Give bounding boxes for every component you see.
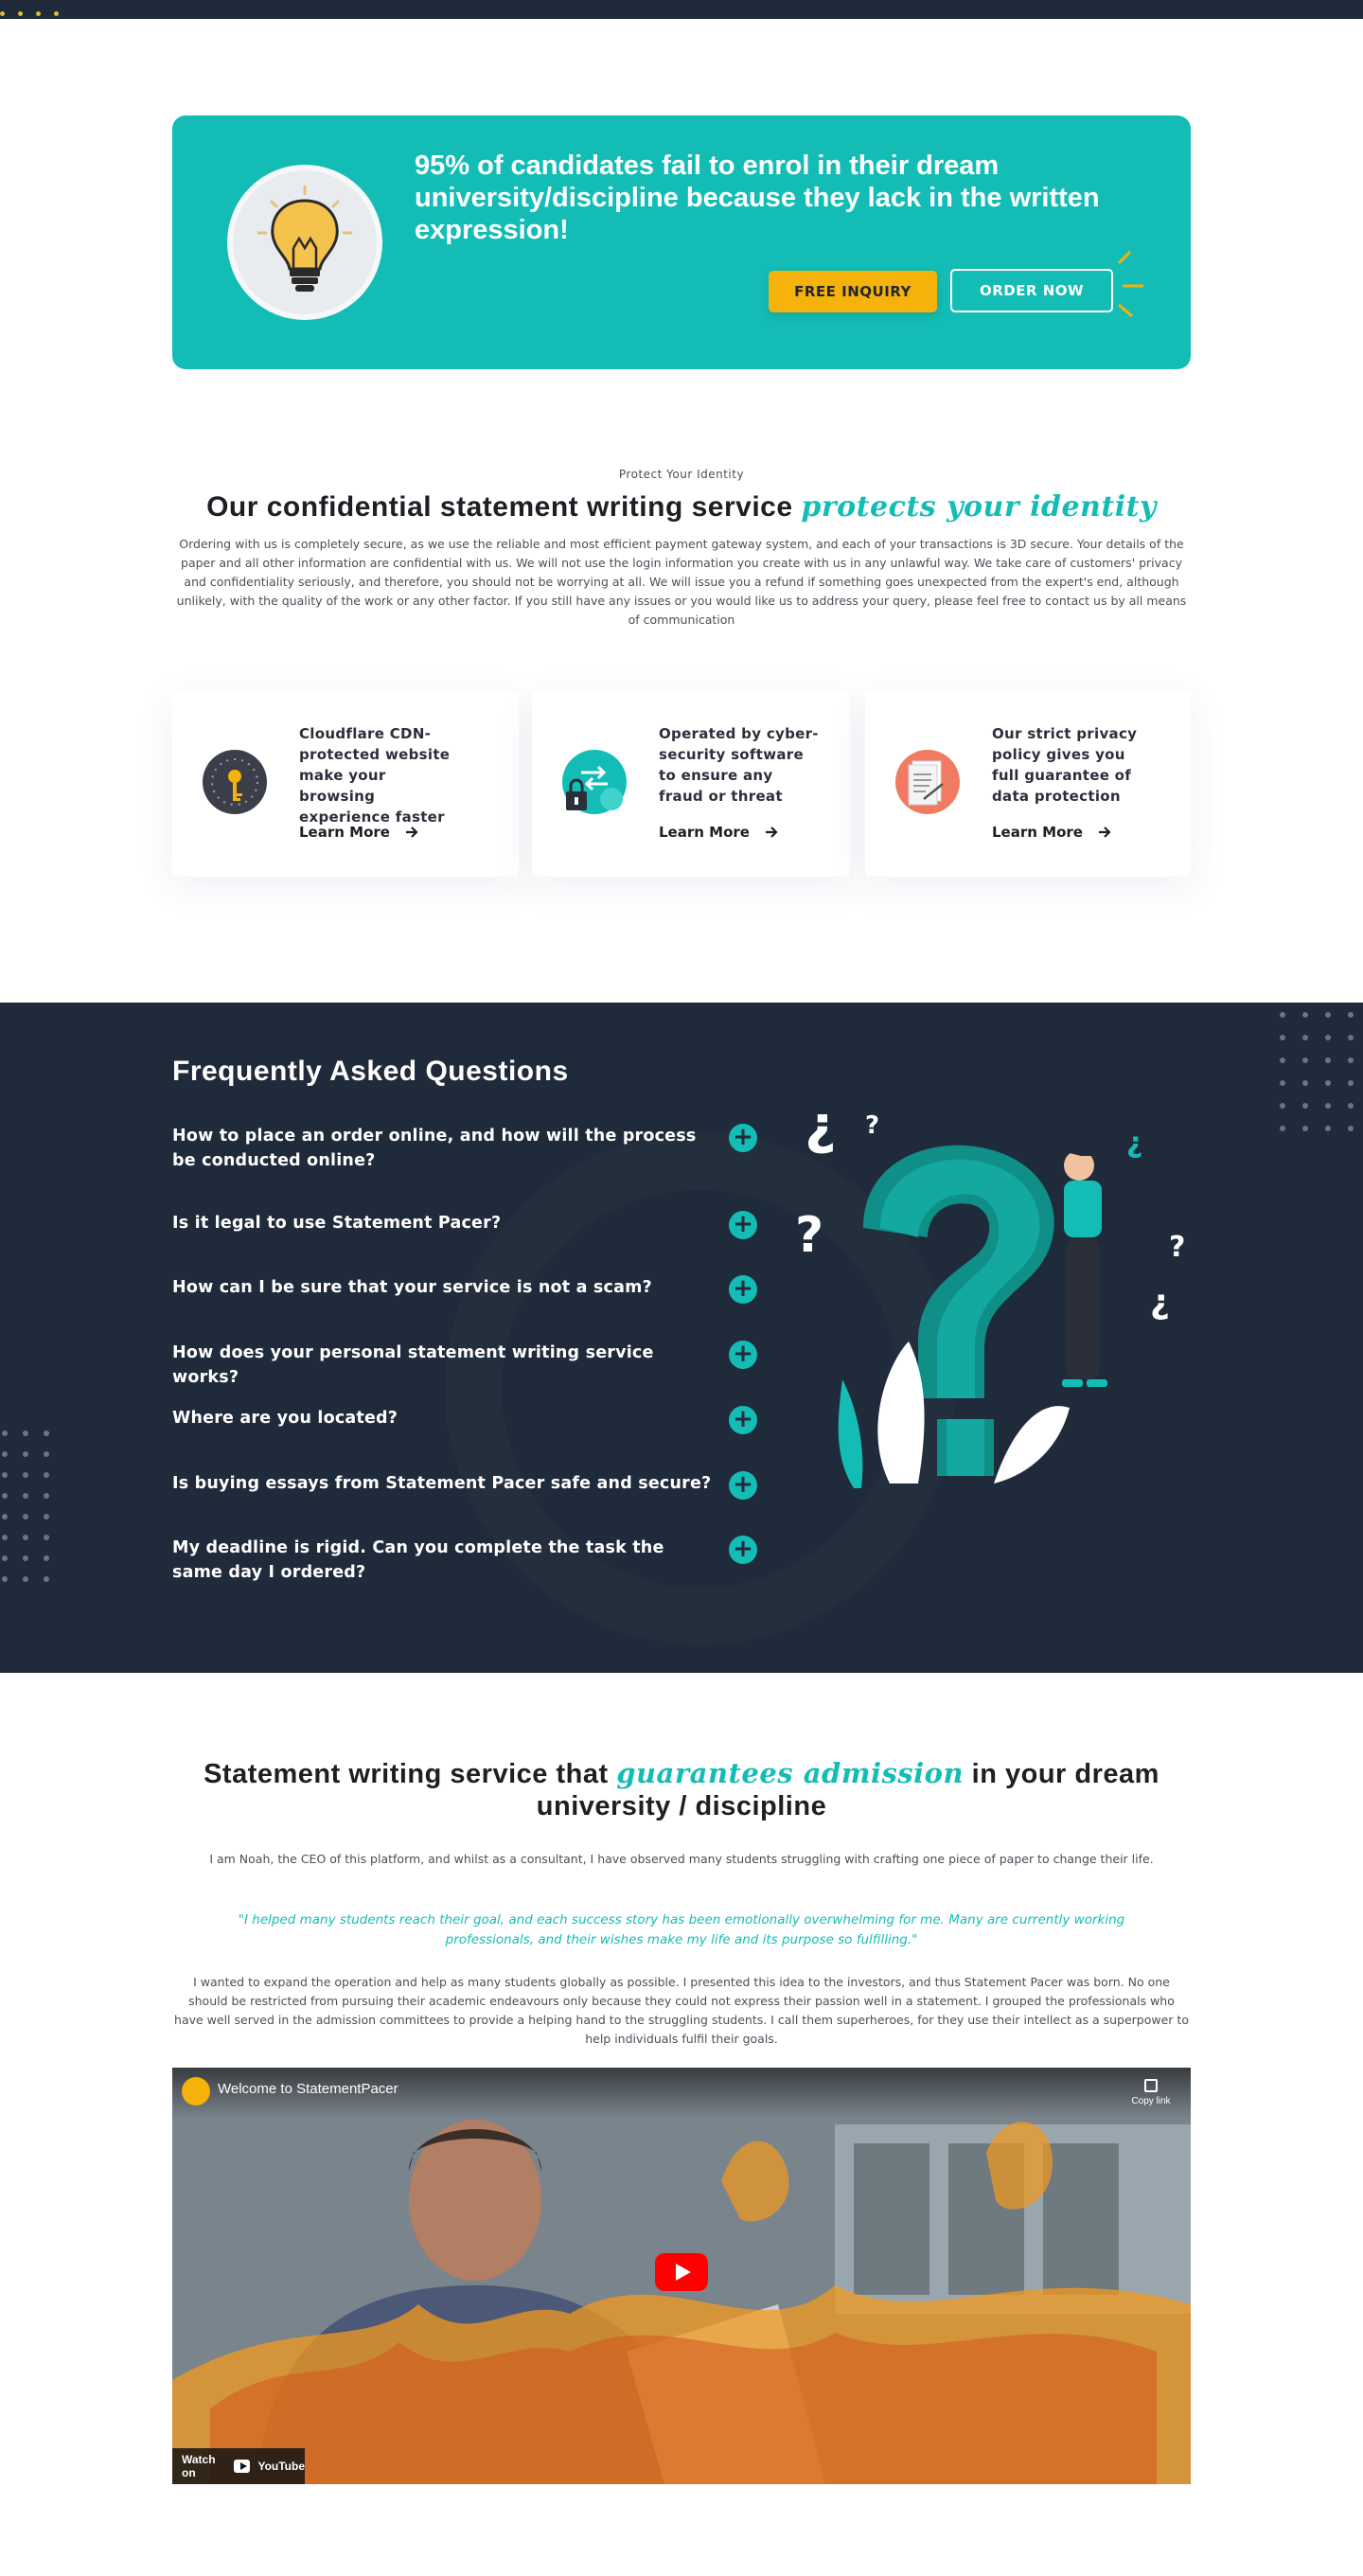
faq-question: Where are you located? — [172, 1409, 398, 1428]
svg-text:¿: ¿ — [1126, 1127, 1142, 1160]
faq-item[interactable]: Where are you located? + — [172, 1406, 759, 1461]
learn-more-label: Learn More — [659, 824, 750, 841]
faq-section: Frequently Asked Questions How to place … — [0, 1003, 1363, 1673]
faq-item[interactable]: Is it legal to use Statement Pacer? + — [172, 1211, 759, 1266]
plus-icon[interactable]: + — [729, 1406, 757, 1434]
plus-icon[interactable]: + — [729, 1471, 757, 1500]
question-mark-illustration: ¿ ? ? ¿ ? ¿ — [795, 1114, 1185, 1488]
faq-question: Is it legal to use Statement Pacer? — [172, 1214, 502, 1233]
admission-title-before: Statement writing service that — [204, 1759, 617, 1789]
faq-question: My deadline is rigid. Can you complete t… — [172, 1538, 664, 1582]
learn-more-link[interactable]: Learn More — [659, 824, 778, 841]
banner-headline: 95% of candidates fail to enrol in their… — [415, 151, 1100, 245]
feature-card-cdn: Cloudflare CDN-protected website make yo… — [172, 691, 519, 877]
top-bar-dots — [0, 11, 59, 16]
feature-cards: Cloudflare CDN-protected website make yo… — [172, 691, 1191, 877]
learn-more-link[interactable]: Learn More — [992, 824, 1111, 841]
learn-more-link[interactable]: Learn More — [299, 824, 418, 841]
faq-question: How can I be sure that your service is n… — [172, 1278, 652, 1297]
copy-link-button[interactable]: Copy link — [1124, 2079, 1177, 2106]
faq-question: Is buying essays from Statement Pacer sa… — [172, 1474, 712, 1493]
watch-on-label: Watch on — [182, 2453, 216, 2479]
ceo-quote: "I helped many students reach their goal… — [238, 1912, 1125, 1947]
identity-description: Ordering with us is completely secure, a… — [176, 537, 1187, 627]
sparkle-lines-icon — [1117, 250, 1143, 318]
arrow-right-icon — [405, 826, 418, 838]
feature-card-text: Cloudflare CDN-protected website make yo… — [299, 725, 451, 826]
key-clock-icon — [203, 750, 267, 814]
faq-item[interactable]: My deadline is rigid. Can you complete t… — [172, 1536, 759, 1590]
svg-text:¿: ¿ — [805, 1114, 837, 1156]
admission-title-highlight: guarantees admission — [616, 1757, 965, 1789]
youtube-video-embed[interactable]: Welcome to StatementPacer Copy link Watc… — [172, 2068, 1191, 2484]
youtube-label: YouTube — [257, 2460, 305, 2473]
plus-icon[interactable]: + — [729, 1124, 757, 1152]
plus-icon[interactable]: + — [729, 1275, 757, 1304]
document-policy-icon — [895, 750, 960, 814]
feature-card-security: Operated by cyber-security software to e… — [532, 691, 850, 877]
arrow-right-icon — [1098, 826, 1111, 838]
identity-title-main: Our confidential statement writing servi… — [206, 491, 802, 523]
dot-pattern-right — [1280, 1012, 1354, 1131]
free-inquiry-button[interactable]: FREE INQUIRY — [769, 271, 937, 312]
channel-avatar[interactable] — [182, 2077, 210, 2105]
admission-story: I wanted to expand the operation and hel… — [174, 1975, 1189, 2046]
faq-item[interactable]: How does your personal statement writing… — [172, 1341, 759, 1395]
learn-more-label: Learn More — [299, 824, 390, 841]
admission-title: Statement writing service that guarantee… — [172, 1757, 1191, 1822]
faq-title: Frequently Asked Questions — [172, 1056, 569, 1087]
copy-icon — [1144, 2079, 1158, 2092]
youtube-icon — [233, 2460, 251, 2473]
arrow-right-icon — [765, 826, 778, 838]
feature-card-text: Operated by cyber-security software to e… — [659, 725, 819, 805]
faq-question: How does your personal statement writing… — [172, 1343, 654, 1387]
watch-on-youtube-button[interactable]: Watch on YouTube — [172, 2448, 305, 2484]
svg-text:?: ? — [1169, 1231, 1185, 1264]
feature-card-text: Our strict privacy policy gives you full… — [992, 725, 1138, 805]
plus-icon[interactable]: + — [729, 1211, 757, 1239]
faq-question: How to place an order online, and how wi… — [172, 1127, 697, 1170]
plus-icon[interactable]: + — [729, 1536, 757, 1564]
security-lock-icon — [562, 750, 627, 814]
identity-title-highlight: protects your identity — [801, 490, 1157, 524]
order-now-button[interactable]: ORDER NOW — [950, 269, 1113, 312]
plus-icon[interactable]: + — [729, 1341, 757, 1369]
faq-item[interactable]: How can I be sure that your service is n… — [172, 1275, 759, 1330]
lightbulb-icon — [227, 165, 382, 320]
svg-text:?: ? — [865, 1114, 879, 1140]
learn-more-label: Learn More — [992, 824, 1083, 841]
svg-text:?: ? — [795, 1207, 823, 1264]
video-title[interactable]: Welcome to StatementPacer — [218, 2081, 398, 2097]
feature-card-privacy: Our strict privacy policy gives you full… — [865, 691, 1191, 877]
play-button[interactable] — [655, 2253, 708, 2291]
hero-banner: 95% of candidates fail to enrol in their… — [172, 115, 1191, 369]
faq-item[interactable]: How to place an order online, and how wi… — [172, 1124, 759, 1179]
copy-link-label: Copy link — [1131, 2096, 1171, 2106]
identity-eyebrow: Protect Your Identity — [618, 468, 745, 481]
svg-text:¿: ¿ — [1150, 1283, 1170, 1322]
identity-title: Our confidential statement writing servi… — [0, 490, 1363, 524]
admission-intro: I am Noah, the CEO of this platform, and… — [209, 1852, 1154, 1866]
top-bar — [0, 0, 1363, 19]
dot-pattern-left — [2, 1430, 49, 1582]
faq-item[interactable]: Is buying essays from Statement Pacer sa… — [172, 1471, 759, 1526]
